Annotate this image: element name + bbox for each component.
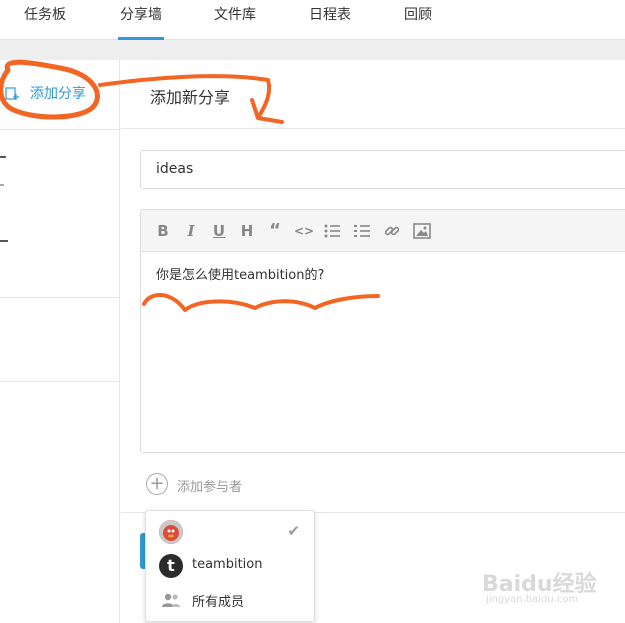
check-icon: ✔ [287,522,300,540]
participant-option[interactable]: ✔ [146,515,314,549]
sidebar-divider [0,129,120,130]
header-spacer [0,40,625,60]
add-document-icon [5,87,19,100]
participant-option[interactable]: t teambition [146,549,314,583]
panel-title: 添加新分享 [150,88,231,107]
link-icon[interactable] [383,222,401,240]
tab-share-wall[interactable]: 分享墙 [118,0,164,40]
tab-task-board[interactable]: 任务板 [24,0,66,40]
rich-text-editor[interactable]: B I U H “ <> 你是怎么使用teambition的? [140,209,625,453]
code-icon[interactable]: <> [294,222,314,240]
panel-divider [121,128,625,129]
add-participant-label: 添加参与者 [177,480,243,495]
participant-name: 所有成员 [192,595,245,610]
share-title-input[interactable]: ideas [140,150,625,189]
editor-toolbar: B I U H “ <> [141,210,625,252]
tab-calendar[interactable]: 日程表 [309,0,351,40]
participant-option[interactable]: 所有成员 [146,583,314,617]
group-icon [162,593,180,607]
quote-icon[interactable]: “ [266,222,284,240]
plus-icon: + [146,473,168,495]
top-navigation: 任务板 分享墙 文件库 日程表 回顾 [0,0,625,40]
page: 任务板 分享墙 文件库 日程表 回顾 添加分享 添加新分享 ideas B I … [0,0,625,623]
sidebar-divider [0,381,120,382]
bulleted-list-icon[interactable] [323,222,341,240]
sidebar-item-fragment [0,184,4,186]
watermark: Baidu经验 jingyan.baidu.com [478,560,618,610]
participant-dropdown: ✔ t teambition 所有成员 [145,510,315,622]
italic-icon[interactable]: I [182,222,200,240]
heading-icon[interactable]: H [238,222,256,240]
tab-review[interactable]: 回顾 [404,0,432,40]
tab-share-wall-label: 分享墙 [120,7,162,23]
add-share-label: 添加分享 [30,86,86,102]
user-avatar [159,520,183,544]
sidebar-item-fragment [0,156,6,158]
participant-name: teambition [192,557,263,572]
image-icon[interactable] [413,222,431,240]
bold-icon[interactable]: B [154,222,172,240]
teambition-avatar: t [159,554,183,578]
tab-file-library[interactable]: 文件库 [214,0,256,40]
underline-icon[interactable]: U [210,222,228,240]
numbered-list-icon[interactable] [353,222,371,240]
sidebar-divider [0,297,120,298]
editor-content: 你是怎么使用teambition的? [156,268,325,283]
watermark-subtext: jingyan.baidu.com [486,594,579,605]
sidebar: 添加分享 [0,60,120,623]
sidebar-item-fragment [0,240,8,242]
